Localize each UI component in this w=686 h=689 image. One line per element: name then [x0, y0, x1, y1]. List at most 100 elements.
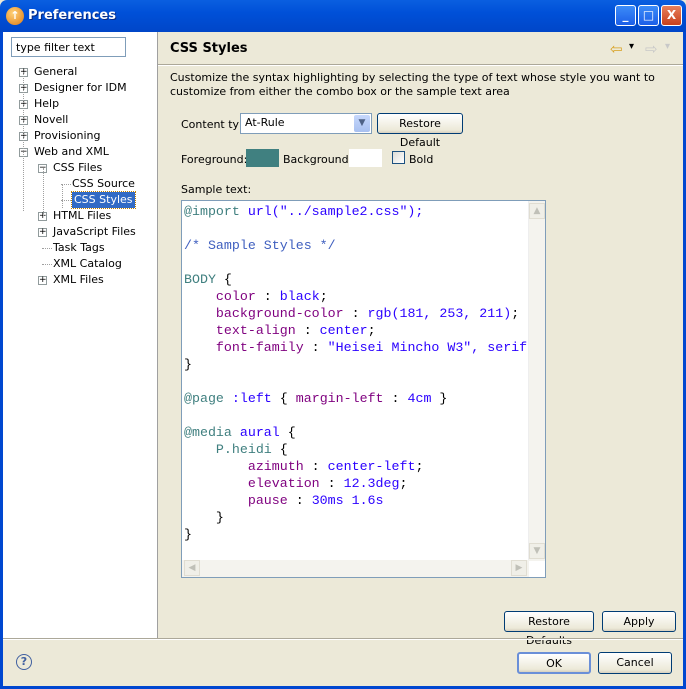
code-token[interactable]: ; — [415, 459, 423, 474]
code-token[interactable]: center-left — [328, 459, 416, 474]
code-token[interactable]: 30ms 1.6s — [312, 493, 384, 508]
scroll-right-icon[interactable]: ▶ — [511, 560, 527, 576]
code-token[interactable]: black — [280, 289, 320, 304]
scroll-up-icon[interactable]: ▲ — [529, 203, 545, 219]
code-token[interactable]: : — [320, 476, 344, 491]
code-token[interactable]: /* Sample Styles */ — [184, 238, 336, 253]
tree-item[interactable]: CSS Source — [72, 176, 135, 192]
code-token[interactable]: ; — [511, 306, 519, 321]
code-token[interactable]: @media — [184, 425, 240, 440]
close-button[interactable]: X — [661, 5, 682, 26]
code-token[interactable]: pause — [184, 493, 288, 508]
maximize-button[interactable]: □ — [638, 5, 659, 26]
code-token[interactable]: } — [184, 527, 192, 542]
vertical-scrollbar[interactable]: ▲ ▼ — [528, 201, 545, 561]
code-token[interactable]: : — [288, 493, 312, 508]
code-line: } — [184, 509, 527, 526]
filter-input[interactable] — [11, 37, 126, 57]
code-token[interactable]: @page — [184, 391, 232, 406]
code-token[interactable]: { — [272, 391, 296, 406]
code-token[interactable]: ; — [320, 289, 328, 304]
content-type-value: At-Rule — [245, 116, 285, 129]
code-token[interactable]: center — [320, 323, 368, 338]
sample-text-area[interactable]: @import url("../sample2.css"); /* Sample… — [181, 200, 546, 578]
forward-arrow-icon[interactable]: ⇨ — [645, 40, 658, 58]
code-token[interactable]: ; — [368, 323, 376, 338]
horizontal-scrollbar[interactable]: ◀ ▶ — [182, 560, 529, 577]
window-title: Preferences — [28, 8, 116, 23]
foreground-color-button[interactable] — [246, 149, 279, 167]
code-token[interactable]: url("../sample2.css"); — [248, 204, 424, 219]
expand-icon[interactable]: + — [38, 228, 47, 237]
minimize-button[interactable]: _ — [615, 5, 636, 26]
tree-item[interactable]: Novell — [34, 112, 68, 128]
background-color-button[interactable] — [349, 149, 382, 167]
forward-dropdown-icon[interactable]: ▾ — [665, 41, 670, 52]
code-token[interactable]: 4cm — [407, 391, 431, 406]
cancel-button[interactable]: Cancel — [598, 652, 672, 674]
tree-item[interactable]: XML Files — [53, 272, 104, 288]
apply-button[interactable]: Apply — [602, 611, 676, 632]
code-token[interactable]: color — [184, 289, 256, 304]
tree-item[interactable]: Task Tags — [53, 240, 105, 256]
tree-connector — [23, 72, 24, 211]
foreground-label: Foreground: — [181, 153, 248, 166]
code-token[interactable]: : — [384, 391, 408, 406]
code-token[interactable]: : — [304, 459, 328, 474]
bold-label: Bold — [409, 153, 434, 166]
help-icon[interactable]: ? — [16, 654, 32, 670]
code-line: background-color : rgb(181, 253, 211); — [184, 305, 527, 322]
code-token[interactable]: { — [280, 425, 296, 440]
code-token[interactable]: rgb(181, 253, 211) — [368, 306, 512, 321]
code-token[interactable]: aural — [240, 425, 280, 440]
code-token[interactable]: : — [256, 289, 280, 304]
tree-item[interactable]: General — [34, 64, 77, 80]
code-token[interactable]: text-align — [184, 323, 296, 338]
tree-item[interactable]: CSS Styles — [71, 191, 136, 209]
expand-icon[interactable]: + — [38, 276, 47, 285]
restore-default-button[interactable]: Restore Default — [377, 113, 463, 149]
code-token[interactable]: background-color — [184, 306, 344, 321]
content-type-combo[interactable]: At-Rule ▼ — [240, 113, 372, 134]
code-token[interactable]: } — [184, 357, 192, 372]
code-line: pause : 30ms 1.6s — [184, 492, 527, 509]
background-label: Background: — [283, 153, 353, 166]
code-token[interactable]: elevation — [184, 476, 320, 491]
code-token[interactable]: : — [344, 306, 368, 321]
tree-connector — [42, 248, 52, 249]
restore-defaults-button[interactable]: Restore Defaults — [504, 611, 594, 647]
code-token[interactable]: font-family — [184, 340, 304, 355]
code-token[interactable]: :left — [232, 391, 272, 406]
code-token[interactable]: margin-left — [296, 391, 384, 406]
code-token[interactable]: { — [224, 272, 232, 287]
back-arrow-icon[interactable]: ⇦ — [610, 40, 623, 58]
tree-item[interactable]: XML Catalog — [53, 256, 122, 272]
code-token[interactable]: ; — [399, 476, 407, 491]
tree-item[interactable]: Help — [34, 96, 59, 112]
code-token[interactable]: 12.3deg — [344, 476, 400, 491]
sample-code[interactable]: @import url("../sample2.css"); /* Sample… — [184, 203, 527, 543]
ok-button[interactable]: OK — [517, 652, 591, 674]
tree-item[interactable]: JavaScript Files — [53, 224, 136, 240]
tree-item[interactable]: CSS Files — [53, 160, 102, 176]
scroll-left-icon[interactable]: ◀ — [184, 560, 200, 576]
code-token[interactable]: @import — [184, 204, 248, 219]
code-token[interactable]: : — [304, 340, 328, 355]
code-token[interactable]: : — [296, 323, 320, 338]
chevron-down-icon[interactable]: ▼ — [354, 115, 370, 132]
tree-item[interactable]: HTML Files — [53, 208, 111, 224]
code-token[interactable]: { — [280, 442, 288, 457]
code-token[interactable]: BODY — [184, 272, 224, 287]
bold-checkbox[interactable] — [392, 151, 405, 164]
back-dropdown-icon[interactable]: ▾ — [629, 41, 634, 52]
tree-item[interactable]: Web and XML — [34, 144, 109, 160]
scroll-down-icon[interactable]: ▼ — [529, 543, 545, 559]
code-token[interactable]: } — [184, 510, 224, 525]
tree-item[interactable]: Designer for IDM — [34, 80, 127, 96]
code-token[interactable]: azimuth — [184, 459, 304, 474]
code-token[interactable]: P.heidi — [184, 442, 280, 457]
code-token[interactable]: } — [431, 391, 447, 406]
code-token[interactable]: "Heisei Mincho W3", serif — [328, 340, 528, 355]
tree-item[interactable]: Provisioning — [34, 128, 101, 144]
